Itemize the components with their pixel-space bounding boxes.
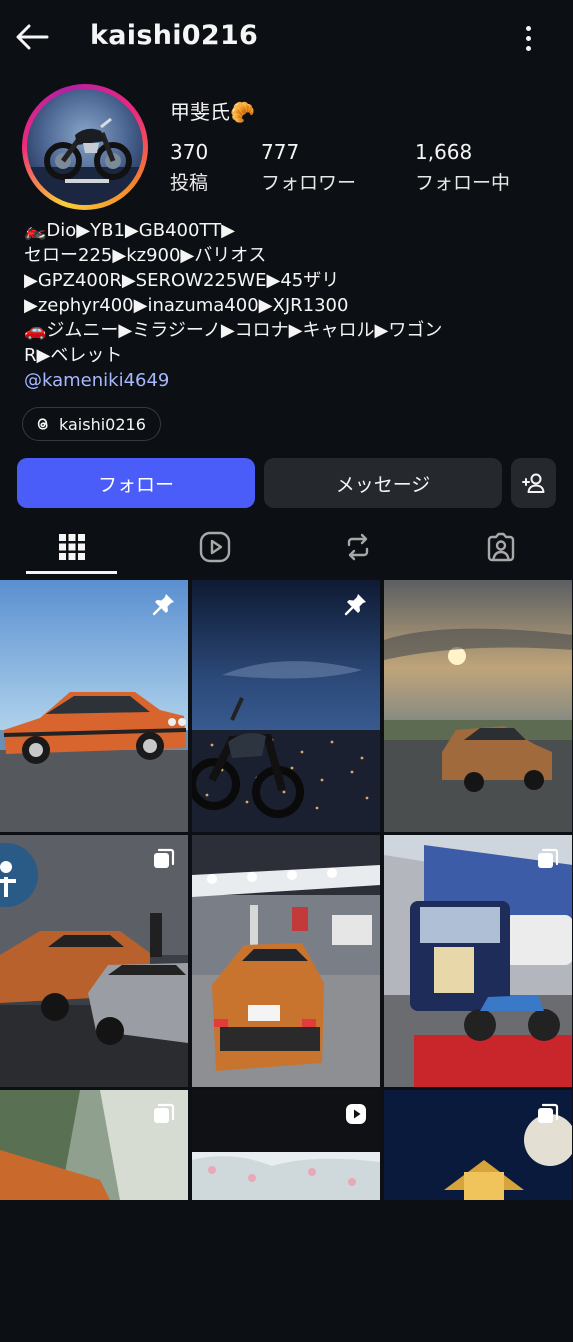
arrow-left-icon [16,24,49,50]
grid-icon [59,534,85,560]
following-label: フォロー中 [415,172,511,194]
grid-post-5[interactable] [192,835,380,1087]
carousel-icon [538,1103,559,1123]
follow-button[interactable]: フォロー [17,458,255,508]
grid-post-1[interactable] [0,580,188,832]
following-stat[interactable]: 1,668 フォロー中 [415,140,510,195]
threads-badge[interactable]: kaishi0216 [22,407,161,441]
grid-post-6[interactable] [384,835,572,1087]
followers-count: 777 [261,140,300,164]
display-name: 甲斐氏🥐 [170,100,255,124]
carousel-icon [154,1103,175,1123]
bio-text: 🏍️Dio▶YB1▶GB400TT▶ セロー225▶kz900▶バリオス ▶GP… [24,220,443,366]
grid-post-8[interactable] [192,1090,380,1342]
grid-post-2[interactable] [192,580,380,832]
threads-icon [37,418,48,430]
tab-tagged[interactable] [455,520,547,574]
carousel-icon [538,848,559,868]
pin-icon [344,594,366,616]
more-options-button[interactable] [516,22,540,54]
reposts-icon [347,533,369,561]
posts-label: 投稿 [170,172,209,194]
active-tab-indicator [26,571,117,574]
avatar [27,89,143,205]
tab-posts[interactable] [26,520,118,574]
grid-post-9[interactable] [384,1090,572,1342]
followers-label: フォロワー [261,172,357,194]
avatar-story-ring[interactable] [22,84,148,210]
reel-icon [346,1104,366,1124]
bio-link[interactable]: @kameniki4649 [24,370,169,391]
header-username: kaishi0216 [90,20,259,51]
followers-stat[interactable]: 777 フォロワー [261,140,356,195]
tagged-icon [487,532,515,562]
carousel-icon [154,848,175,868]
grid-post-3[interactable] [384,580,572,832]
more-vertical-icon [525,25,531,31]
suggested-users-button[interactable] [511,458,556,508]
grid-post-4[interactable] [0,835,188,1087]
back-button[interactable] [14,20,50,54]
reels-icon [199,531,231,563]
pin-icon [152,594,174,616]
posts-stat[interactable]: 370 投稿 [170,140,208,195]
posts-count: 370 [170,140,209,164]
following-count: 1,668 [415,140,473,164]
message-button[interactable]: メッセージ [264,458,502,508]
tab-reels[interactable] [169,520,261,574]
tab-reposts[interactable] [312,520,404,574]
grid-post-7[interactable] [0,1090,188,1342]
threads-label: kaishi0216 [59,414,146,434]
add-person-icon [521,473,544,493]
